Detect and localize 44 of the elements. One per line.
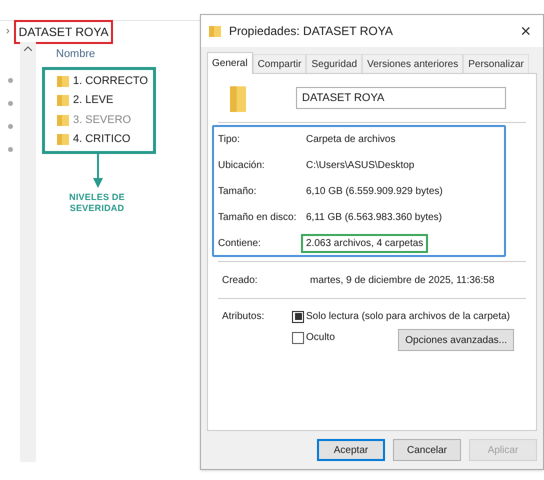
- property-label: Ubicación:: [218, 158, 266, 172]
- property-label: Tamaño en disco:: [218, 210, 298, 224]
- breadcrumb[interactable]: DATASET ROYA: [14, 20, 114, 44]
- scroll-up-icon[interactable]: [24, 46, 32, 51]
- window-title: Propiedades: DATASET ROYA: [229, 23, 394, 40]
- property-label: Tamaño:: [218, 184, 258, 198]
- property-value: 6,10 GB (6.559.909.929 bytes): [306, 184, 443, 198]
- property-label: Contiene:: [218, 236, 262, 250]
- folder-icon: [57, 133, 69, 146]
- folder-icon: [57, 94, 69, 106]
- checkbox[interactable]: [292, 332, 304, 344]
- dialog-button[interactable]: Aceptar: [317, 439, 385, 461]
- folder-name[interactable]: 2. LEVE: [73, 92, 114, 108]
- folder-name[interactable]: 1. CORRECTO: [73, 72, 148, 89]
- folder-icon: [209, 25, 221, 37]
- checkbox[interactable]: [292, 310, 304, 322]
- property-value: 2.063 archivos, 4 carpetas: [301, 234, 428, 252]
- annotation-label: NIVELES DE SEVERIDAD: [68, 192, 126, 214]
- breadcrumb-arrow: ›: [6, 24, 10, 40]
- folder-icon: [57, 74, 69, 87]
- pin-icon: [8, 101, 12, 106]
- property-label: Creado:: [222, 274, 259, 288]
- folder-name[interactable]: 4. CRITICO: [73, 131, 130, 148]
- name-field[interactable]: DATASET ROYA: [296, 87, 506, 109]
- property-value: martes, 9 de diciembre de 2025, 11:36:58: [310, 274, 494, 288]
- property-label: Atributos:: [222, 310, 266, 324]
- pin-icon: [8, 147, 12, 152]
- property-value: Carpeta de archivos: [306, 132, 396, 146]
- checkbox-label[interactable]: Oculto: [306, 330, 335, 345]
- property-value: 6,11 GB (6.563.983.360 bytes): [306, 210, 442, 224]
- folder-name[interactable]: 3. SEVERO: [73, 112, 132, 128]
- pin-icon: [8, 124, 12, 129]
- tab[interactable]: General: [207, 52, 253, 74]
- scrollbar[interactable]: [20, 42, 36, 462]
- property-value: C:\Users\ASUS\Desktop: [306, 158, 414, 172]
- folder-icon: [230, 84, 246, 112]
- dialog-button[interactable]: Cancelar: [393, 439, 461, 461]
- column-header[interactable]: Nombre: [42, 46, 200, 62]
- checkbox-label[interactable]: Solo lectura (solo para archivos de la carpeta): [306, 309, 510, 324]
- advanced-options-button[interactable]: Opciones avanzadas...: [398, 329, 514, 351]
- folder-icon: [57, 114, 69, 126]
- pin-icon: [8, 78, 12, 83]
- property-label: Tipo:: [218, 132, 241, 146]
- close-button[interactable]: ×: [516, 18, 535, 44]
